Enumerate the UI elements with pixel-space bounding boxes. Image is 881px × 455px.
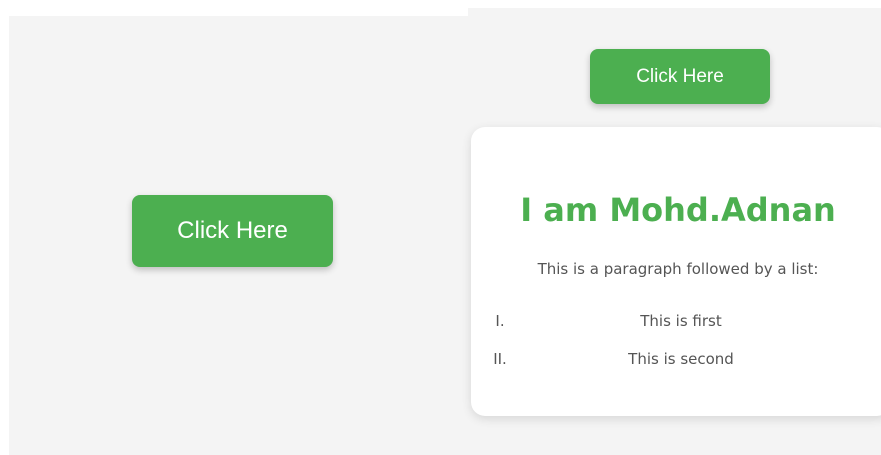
- right-panel: Click Here I am Mohd.Adnan This is a par…: [468, 8, 881, 455]
- list-item: II. This is second: [471, 348, 881, 370]
- card-title: I am Mohd.Adnan: [520, 191, 836, 229]
- list-item-text: This is second: [628, 350, 734, 368]
- info-card: I am Mohd.Adnan This is a paragraph foll…: [471, 127, 881, 416]
- card-paragraph: This is a paragraph followed by a list:: [537, 260, 819, 278]
- list-item: I. This is first: [471, 310, 881, 332]
- list-item-text: This is first: [640, 312, 722, 330]
- left-panel: Click Here: [9, 16, 468, 455]
- click-here-button[interactable]: Click Here: [590, 49, 770, 104]
- list-marker: I.: [495, 312, 505, 330]
- list-marker: II.: [493, 350, 507, 368]
- click-here-button[interactable]: Click Here: [132, 195, 333, 267]
